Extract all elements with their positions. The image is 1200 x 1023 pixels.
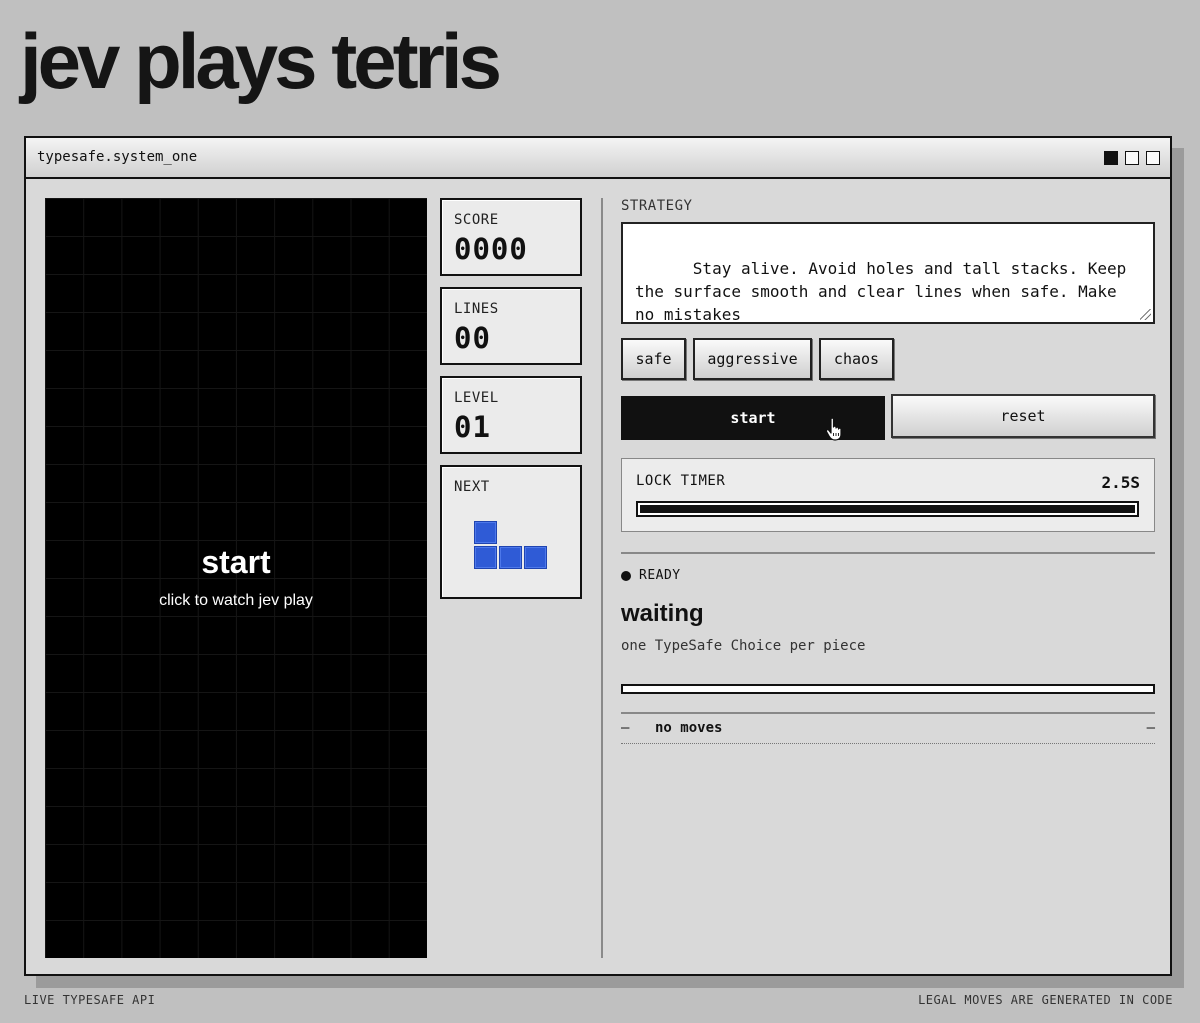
preset-aggressive-button[interactable]: aggressive [693, 338, 812, 380]
resize-grip-icon[interactable] [1140, 309, 1151, 320]
score-box: SCORE 0000 [440, 198, 582, 276]
page-title: jev plays tetris [20, 17, 502, 105]
close-button[interactable] [1146, 151, 1160, 165]
hand-cursor-icon [825, 417, 842, 441]
window-title: typesafe.system_one [37, 149, 198, 165]
next-piece-cell [499, 546, 522, 569]
lock-timer-fill [640, 505, 1135, 513]
lock-timer-panel: LOCK TIMER 2.5S [621, 458, 1155, 532]
separator [621, 552, 1155, 554]
preset-safe-button[interactable]: safe [621, 338, 686, 380]
choice-progress-bar [621, 684, 1155, 694]
moves-empty-text: no moves [655, 720, 723, 736]
lock-timer-value: 2.5S [1101, 473, 1140, 492]
start-button[interactable]: start [621, 396, 885, 440]
score-value: 0000 [454, 232, 528, 266]
lines-label: LINES [454, 301, 499, 317]
reset-button[interactable]: reset [891, 394, 1155, 438]
next-box: NEXT [440, 465, 582, 599]
next-piece-cell [474, 546, 497, 569]
board-start-label[interactable]: start [45, 544, 427, 581]
strategy-text[interactable]: Stay alive. Avoid holes and tall stacks.… [635, 259, 1136, 324]
level-box: LEVEL 01 [440, 376, 582, 454]
status-dot-icon [621, 571, 631, 581]
window-titlebar: typesafe.system_one [26, 138, 1170, 179]
strategy-textarea[interactable]: Stay alive. Avoid holes and tall stacks.… [621, 222, 1155, 324]
maximize-button[interactable] [1125, 151, 1139, 165]
minimize-button[interactable] [1104, 151, 1118, 165]
app-window: typesafe.system_one start click to watch… [24, 136, 1172, 976]
strategy-label: STRATEGY [621, 198, 693, 214]
game-board[interactable]: start click to watch jev play [45, 198, 427, 958]
panel-divider [601, 198, 603, 958]
lines-box: LINES 00 [440, 287, 582, 365]
next-piece-j-icon [472, 519, 550, 571]
status-headline: waiting [621, 600, 704, 627]
moves-dash-right: – [1146, 720, 1155, 736]
level-value: 01 [454, 410, 491, 444]
footer-left: LIVE TYPESAFE API [24, 993, 156, 1007]
moves-list: – no moves – [621, 712, 1155, 744]
score-label: SCORE [454, 212, 499, 228]
status-state: READY [639, 568, 681, 583]
window-controls [1104, 151, 1160, 165]
lock-timer-label: LOCK TIMER [636, 473, 726, 489]
lock-timer-bar [636, 501, 1139, 517]
preset-chaos-button[interactable]: chaos [819, 338, 894, 380]
footer-right: LEGAL MOVES ARE GENERATED IN CODE [918, 993, 1173, 1007]
lines-value: 00 [454, 321, 491, 355]
moves-dash-left: – [621, 720, 630, 736]
next-label: NEXT [454, 479, 490, 495]
next-piece-cell [524, 546, 547, 569]
board-subtitle: click to watch jev play [159, 592, 313, 609]
next-piece-cell [474, 521, 497, 544]
level-label: LEVEL [454, 390, 499, 406]
status-subtitle: one TypeSafe Choice per piece [621, 638, 866, 654]
